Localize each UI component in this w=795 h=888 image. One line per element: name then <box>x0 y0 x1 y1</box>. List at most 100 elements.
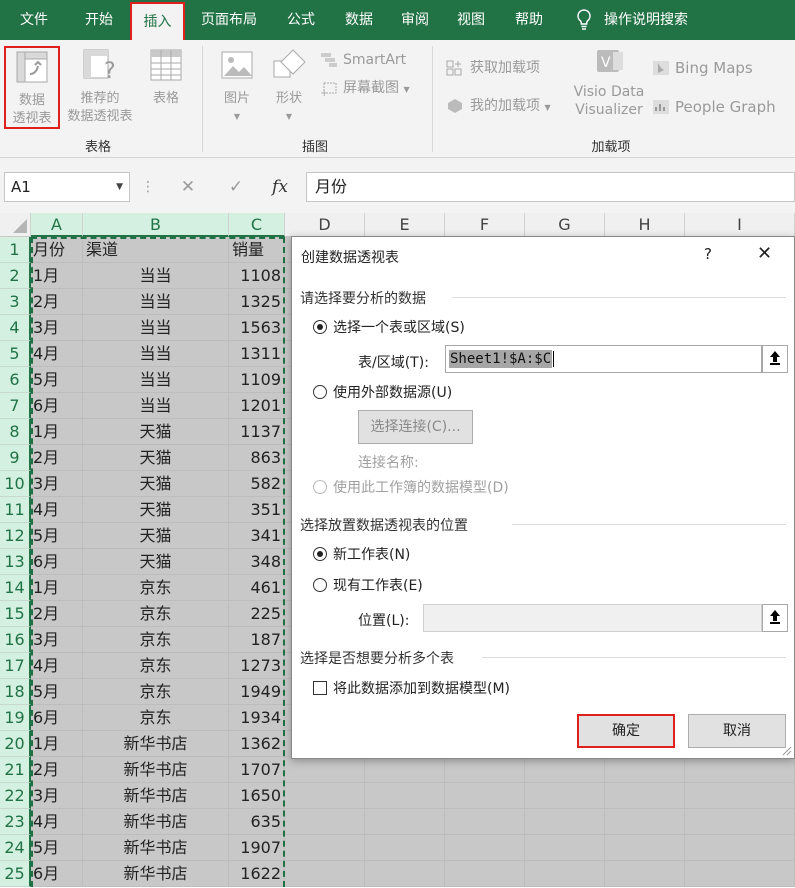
col-header-g[interactable]: G <box>525 213 605 237</box>
chevron-down-icon[interactable]: ▼ <box>116 173 123 201</box>
table-cell[interactable]: 2月 <box>31 757 83 783</box>
table-cell[interactable]: 当当 <box>83 315 229 341</box>
header-cell[interactable]: 月份 <box>31 237 83 263</box>
empty-cell[interactable] <box>685 809 795 835</box>
table-cell[interactable]: 1273 <box>229 653 285 679</box>
row-header[interactable]: 7 <box>0 393 31 419</box>
empty-cell[interactable] <box>365 783 445 809</box>
col-header-i[interactable]: I <box>685 213 795 237</box>
tab-formulas[interactable]: 公式 <box>276 0 326 40</box>
get-addins-button[interactable]: 获取加载项 <box>446 58 540 78</box>
cancel-button[interactable]: 取消 <box>688 714 786 748</box>
empty-cell[interactable] <box>525 861 605 887</box>
row-header[interactable]: 15 <box>0 601 31 627</box>
table-cell[interactable]: 新华书店 <box>83 835 229 861</box>
table-cell[interactable]: 5月 <box>31 835 83 861</box>
table-cell[interactable]: 3月 <box>31 471 83 497</box>
table-cell[interactable]: 2月 <box>31 445 83 471</box>
empty-cell[interactable] <box>365 757 445 783</box>
screenshot-button[interactable]: + 屏幕截图 ▼ <box>320 78 410 99</box>
table-cell[interactable]: 新华书店 <box>83 809 229 835</box>
select-all-corner[interactable] <box>0 213 31 237</box>
table-cell[interactable]: 187 <box>229 627 285 653</box>
empty-cell[interactable] <box>605 757 685 783</box>
table-cell[interactable]: 1707 <box>229 757 285 783</box>
table-cell[interactable]: 341 <box>229 523 285 549</box>
table-cell[interactable]: 1563 <box>229 315 285 341</box>
row-header[interactable]: 9 <box>0 445 31 471</box>
radio-new-sheet[interactable]: 新工作表(N) <box>313 546 410 564</box>
recommended-pivot-button[interactable]: ? 推荐的 数据透视表 <box>62 48 138 126</box>
table-cell[interactable]: 天猫 <box>83 471 229 497</box>
table-cell[interactable]: 3月 <box>31 315 83 341</box>
table-cell[interactable]: 1622 <box>229 861 285 887</box>
my-addins-button[interactable]: 我的加载项 ▼ <box>446 96 551 116</box>
people-graph-button[interactable]: People Graph <box>652 97 776 117</box>
table-cell[interactable]: 351 <box>229 497 285 523</box>
pictures-button[interactable]: 图片 ▼ <box>212 48 262 126</box>
pivot-table-button[interactable]: 数据 透视表 <box>4 46 60 129</box>
help-button[interactable]: ? <box>704 245 712 263</box>
row-header[interactable]: 4 <box>0 315 31 341</box>
row-header[interactable]: 24 <box>0 835 31 861</box>
empty-cell[interactable] <box>365 835 445 861</box>
header-cell[interactable]: 销量 <box>229 237 285 263</box>
table-cell[interactable]: 新华书店 <box>83 757 229 783</box>
table-cell[interactable]: 3月 <box>31 783 83 809</box>
table-cell[interactable]: 1907 <box>229 835 285 861</box>
table-cell[interactable]: 1月 <box>31 419 83 445</box>
name-box[interactable]: A1 ▼ <box>4 172 130 202</box>
row-header[interactable]: 17 <box>0 653 31 679</box>
cancel-icon[interactable]: ✕ <box>170 172 206 202</box>
table-cell[interactable]: 4月 <box>31 341 83 367</box>
table-cell[interactable]: 天猫 <box>83 549 229 575</box>
formula-input[interactable]: 月份 <box>306 172 795 202</box>
table-cell[interactable]: 1201 <box>229 393 285 419</box>
table-cell[interactable]: 当当 <box>83 341 229 367</box>
table-cell[interactable]: 京东 <box>83 575 229 601</box>
table-cell[interactable]: 1108 <box>229 263 285 289</box>
empty-cell[interactable] <box>445 809 525 835</box>
empty-cell[interactable] <box>605 861 685 887</box>
empty-cell[interactable] <box>685 757 795 783</box>
table-cell[interactable]: 1月 <box>31 263 83 289</box>
radio-existing-sheet[interactable]: 现有工作表(E) <box>313 577 423 595</box>
table-cell[interactable]: 635 <box>229 809 285 835</box>
table-cell[interactable]: 1362 <box>229 731 285 757</box>
tab-insert[interactable]: 插入 <box>130 2 185 40</box>
empty-cell[interactable] <box>365 861 445 887</box>
empty-cell[interactable] <box>285 835 365 861</box>
empty-cell[interactable] <box>285 809 365 835</box>
table-cell[interactable]: 4月 <box>31 809 83 835</box>
row-header[interactable]: 10 <box>0 471 31 497</box>
range-picker-button[interactable] <box>762 345 788 373</box>
empty-cell[interactable] <box>285 783 365 809</box>
row-header[interactable]: 13 <box>0 549 31 575</box>
empty-cell[interactable] <box>605 809 685 835</box>
row-header[interactable]: 3 <box>0 289 31 315</box>
table-cell[interactable]: 1949 <box>229 679 285 705</box>
row-header[interactable]: 12 <box>0 523 31 549</box>
table-cell[interactable]: 1月 <box>31 575 83 601</box>
table-cell[interactable]: 1109 <box>229 367 285 393</box>
tell-me-search[interactable]: 操作说明搜索 <box>604 0 704 40</box>
table-cell[interactable]: 新华书店 <box>83 731 229 757</box>
table-cell[interactable]: 5月 <box>31 367 83 393</box>
lightbulb-icon[interactable] <box>576 9 592 35</box>
visio-visualizer-button[interactable]: V Visio Data Visualizer <box>566 48 652 119</box>
resize-grip-icon[interactable] <box>782 746 792 756</box>
smartart-button[interactable]: SmartArt <box>320 50 406 70</box>
col-header-c[interactable]: C <box>229 213 285 237</box>
empty-cell[interactable] <box>605 783 685 809</box>
table-cell[interactable]: 新华书店 <box>83 861 229 887</box>
tab-page-layout[interactable]: 页面布局 <box>192 0 266 40</box>
table-cell[interactable]: 225 <box>229 601 285 627</box>
shapes-button[interactable]: 形状 ▼ <box>264 48 314 126</box>
table-cell[interactable]: 当当 <box>83 367 229 393</box>
tab-file[interactable]: 文件 <box>8 0 60 40</box>
row-header[interactable]: 25 <box>0 861 31 887</box>
table-button[interactable]: 表格 <box>142 48 190 108</box>
col-header-f[interactable]: F <box>445 213 525 237</box>
row-header[interactable]: 5 <box>0 341 31 367</box>
col-header-b[interactable]: B <box>83 213 229 237</box>
